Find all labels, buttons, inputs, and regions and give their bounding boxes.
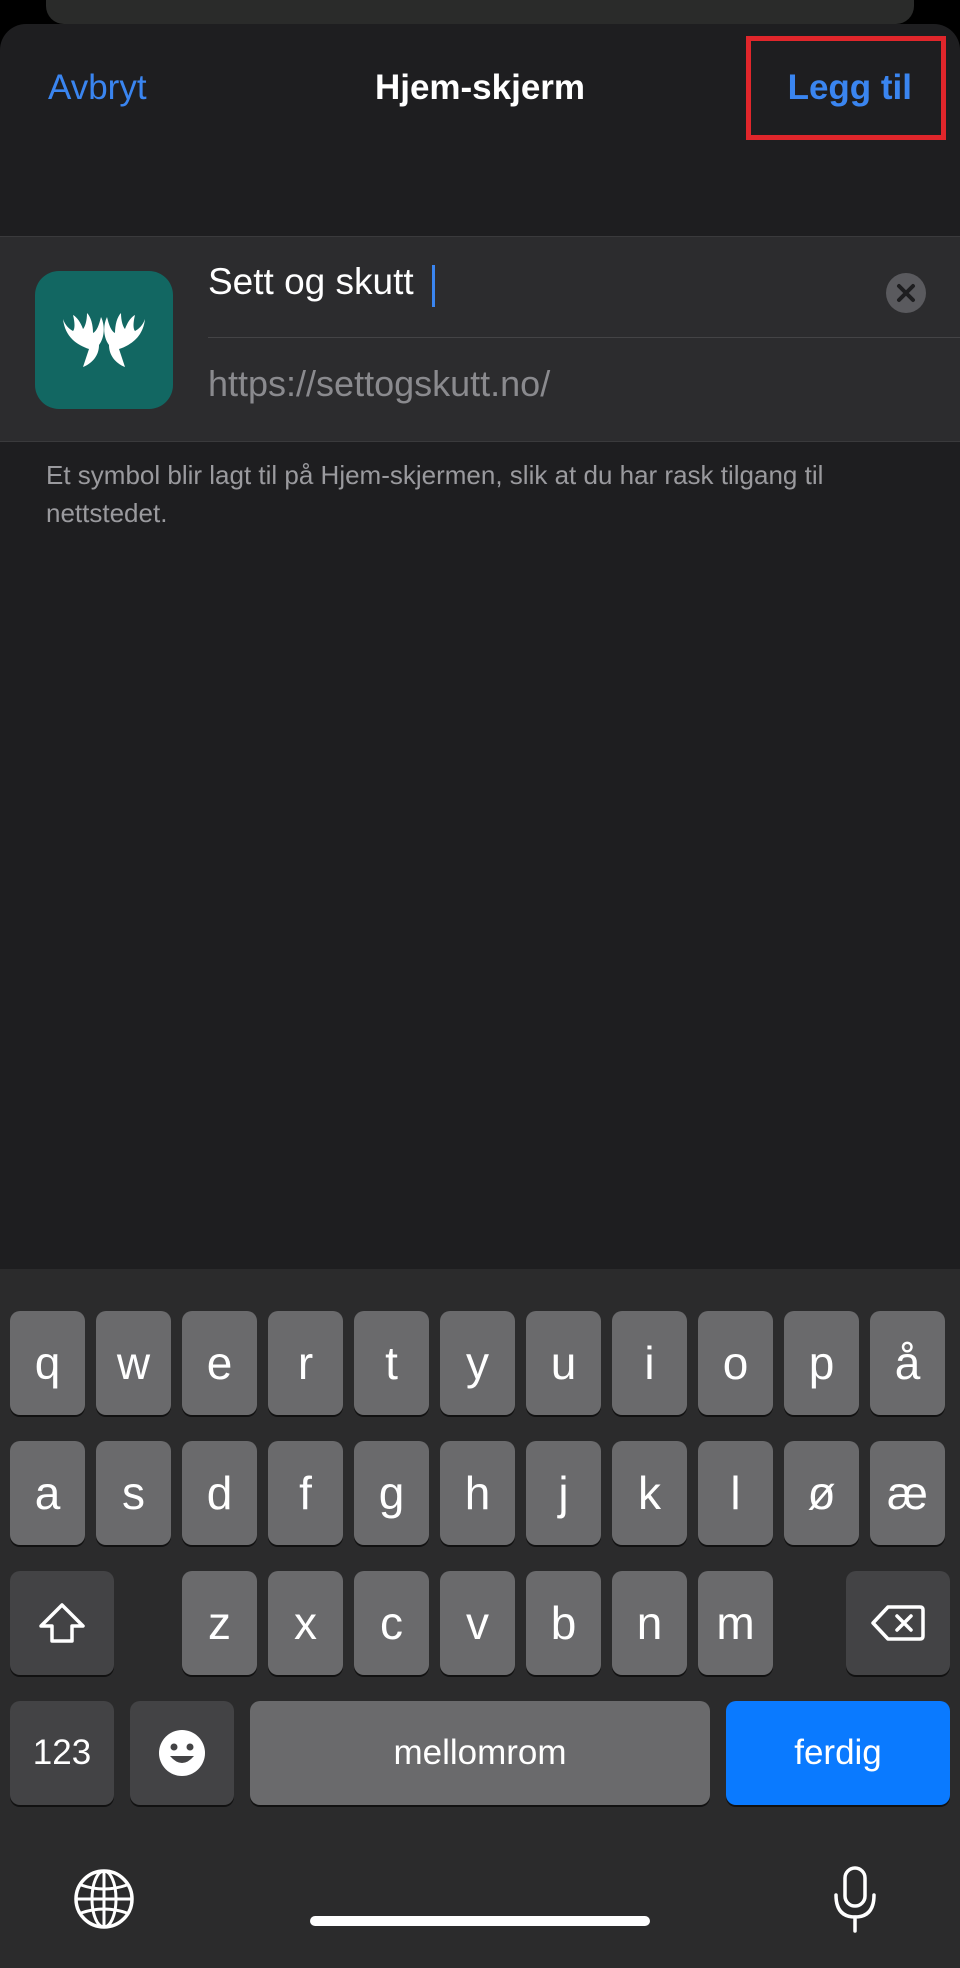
key-x[interactable]: x — [268, 1571, 343, 1675]
key-g[interactable]: g — [354, 1441, 429, 1545]
add-button-highlight — [746, 36, 946, 140]
key-u[interactable]: u — [526, 1311, 601, 1415]
key-o-slash[interactable]: ø — [784, 1441, 859, 1545]
key-h[interactable]: h — [440, 1441, 515, 1545]
moose-antlers-icon — [63, 313, 145, 367]
key-s[interactable]: s — [96, 1441, 171, 1545]
emoji-key[interactable] — [130, 1701, 234, 1805]
key-n[interactable]: n — [612, 1571, 687, 1675]
footnote-text: Et symbol blir lagt til på Hjem-skjermen… — [46, 460, 824, 528]
done-key[interactable]: ferdig — [726, 1701, 950, 1805]
key-t[interactable]: t — [354, 1311, 429, 1415]
key-i[interactable]: i — [612, 1311, 687, 1415]
key-k[interactable]: k — [612, 1441, 687, 1545]
backspace-icon — [871, 1605, 925, 1641]
key-r[interactable]: r — [268, 1311, 343, 1415]
field-divider — [208, 337, 960, 338]
globe-icon — [74, 1869, 134, 1929]
bookmark-url: https://settogskutt.no/ — [208, 363, 551, 404]
backspace-key[interactable] — [846, 1571, 950, 1675]
key-ae[interactable]: æ — [870, 1441, 945, 1545]
close-icon — [897, 284, 915, 302]
key-c[interactable]: c — [354, 1571, 429, 1675]
key-d[interactable]: d — [182, 1441, 257, 1545]
background-sheet-peek — [46, 0, 914, 24]
emoji-icon — [159, 1730, 205, 1776]
microphone-icon — [834, 1866, 876, 1933]
key-o[interactable]: o — [698, 1311, 773, 1415]
key-v[interactable]: v — [440, 1571, 515, 1675]
navigation-bar: Avbryt Hjem-skjerm Legg til — [0, 24, 960, 164]
add-to-home-screen-sheet: Avbryt Hjem-skjerm Legg til Sett og skut… — [0, 24, 960, 1968]
dictation-button[interactable] — [828, 1865, 882, 1935]
home-indicator — [310, 1916, 650, 1926]
keyboard: q w e r t y u i o p å a s d f g h j k l … — [0, 1269, 960, 1968]
shift-key[interactable] — [10, 1571, 114, 1675]
key-z[interactable]: z — [182, 1571, 257, 1675]
bookmark-name-input[interactable]: Sett og skutt — [208, 261, 414, 303]
bookmark-card: Sett og skutt https://settogskutt.no/ — [0, 236, 960, 442]
key-l[interactable]: l — [698, 1441, 773, 1545]
key-a[interactable]: a — [10, 1441, 85, 1545]
key-m[interactable]: m — [698, 1571, 773, 1675]
site-app-icon — [35, 271, 173, 409]
key-y[interactable]: y — [440, 1311, 515, 1415]
key-j[interactable]: j — [526, 1441, 601, 1545]
key-b[interactable]: b — [526, 1571, 601, 1675]
key-e[interactable]: e — [182, 1311, 257, 1415]
key-w[interactable]: w — [96, 1311, 171, 1415]
key-p[interactable]: p — [784, 1311, 859, 1415]
key-a-ring[interactable]: å — [870, 1311, 945, 1415]
key-f[interactable]: f — [268, 1441, 343, 1545]
numbers-key[interactable]: 123 — [10, 1701, 114, 1805]
language-globe-button[interactable] — [72, 1867, 136, 1931]
shift-arrow-icon — [39, 1603, 85, 1643]
space-key[interactable]: mellomrom — [250, 1701, 710, 1805]
text-cursor — [432, 265, 435, 307]
clear-text-button[interactable] — [886, 273, 926, 313]
key-q[interactable]: q — [10, 1311, 85, 1415]
